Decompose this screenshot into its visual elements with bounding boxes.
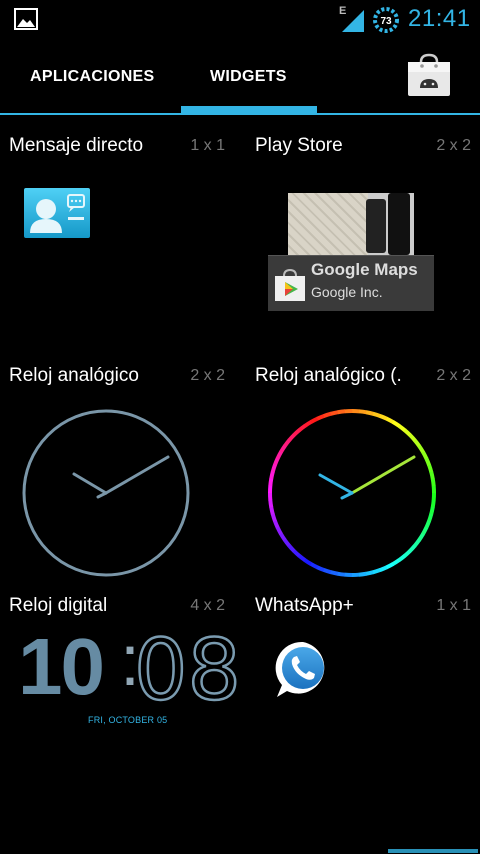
featured-app-name: Google Maps: [311, 260, 418, 279]
widget-title: Reloj digital: [9, 595, 108, 616]
widget-size: 2 x 2: [436, 137, 471, 154]
scroll-indicator: [388, 849, 478, 853]
signal-icon: E: [338, 5, 368, 32]
widget-size: 2 x 2: [436, 367, 471, 384]
phone-image: [388, 193, 410, 255]
clock-minutes: 08: [134, 627, 242, 707]
widget-size: 4 x 2: [190, 597, 225, 614]
widget-size: 2 x 2: [190, 367, 225, 384]
clock-date: FRI, OCTOBER 05: [88, 715, 168, 725]
digital-clock-preview: 10 : 08: [18, 621, 242, 711]
status-bar: E 73 21:41: [0, 0, 480, 38]
widget-title: Play Store: [255, 135, 343, 156]
widget-title: Reloj analógico: [9, 365, 139, 386]
tab-apps[interactable]: APLICACIONES: [30, 68, 155, 86]
widget-title: Mensaje directo: [9, 135, 144, 156]
battery-icon: 73: [372, 6, 400, 34]
svg-text:08: 08: [134, 627, 241, 707]
analog-clock-icon: [22, 409, 190, 577]
direct-message-contact-icon: [24, 188, 90, 238]
tab-bar: APLICACIONES WIDGETS: [0, 38, 480, 114]
network-type-label: E: [339, 5, 347, 17]
clock-hours: 10: [18, 622, 105, 711]
tab-widgets[interactable]: WIDGETS: [210, 68, 287, 86]
widget-analog-clock-rainbow[interactable]: Reloj analógico (. 2 x 2: [246, 345, 480, 577]
rainbow-analog-clock-icon: [268, 409, 436, 577]
featured-app-developer: Google Inc.: [311, 284, 383, 300]
widget-size: 1 x 1: [436, 597, 471, 614]
whatsapp-plus-icon: [275, 641, 325, 697]
widget-direct-message[interactable]: Mensaje directo 1 x 1: [0, 115, 240, 345]
map-preview-image: [288, 193, 368, 255]
widget-title: Reloj analógico (.: [255, 365, 402, 386]
phone-image: [366, 199, 386, 253]
widget-title: WhatsApp+: [255, 595, 354, 616]
widget-size: 1 x 1: [190, 137, 225, 154]
play-store-bag-icon[interactable]: [406, 52, 452, 98]
battery-level-label: 73: [380, 16, 392, 27]
widget-whatsapp-plus[interactable]: WhatsApp+ 1 x 1: [246, 575, 480, 805]
app-screenshot-preview: [288, 193, 414, 255]
gallery-notification-icon[interactable]: [14, 8, 38, 30]
featured-app-card: Google Maps Google Inc.: [268, 255, 434, 311]
widget-play-store[interactable]: Play Store 2 x 2 Google Maps Google Inc.: [246, 115, 480, 345]
status-time: 21:41: [408, 5, 471, 32]
widget-digital-clock[interactable]: Reloj digital 4 x 2 10 : 08 FRI, OCTOBER…: [0, 575, 242, 805]
widget-analog-clock[interactable]: Reloj analógico 2 x 2: [0, 345, 240, 577]
play-store-bag-icon: [275, 268, 305, 301]
